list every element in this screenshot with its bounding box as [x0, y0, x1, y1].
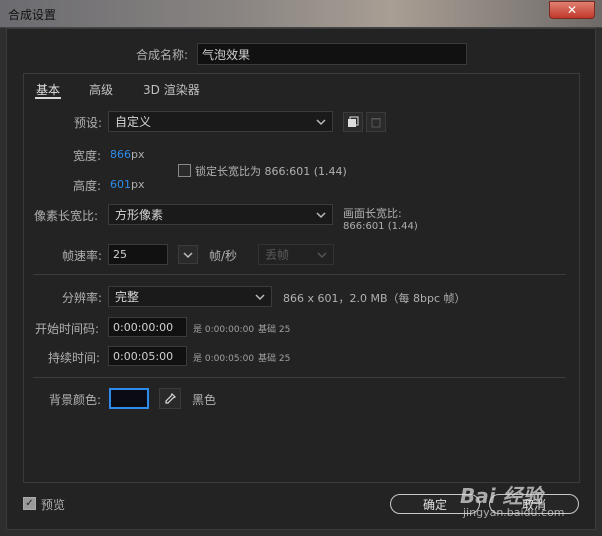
comp-name-input[interactable]: 气泡效果: [197, 43, 467, 65]
frame-aspect-value: 866:601 (1.44): [343, 221, 418, 232]
checkmark-icon: ✓: [25, 498, 34, 509]
width-label: 宽度:: [73, 149, 102, 163]
preview-checkbox[interactable]: ✓: [23, 497, 36, 510]
start-timecode-is: 是 0:00:00:00: [193, 325, 255, 335]
resolution-info: 866 x 601，2.0 MB（每 8bpc 帧）: [283, 292, 466, 305]
frame-rate-label: 帧速率:: [62, 249, 103, 263]
preset-value: 自定义: [115, 115, 152, 129]
duration-input[interactable]: 0:00:05:00: [108, 346, 187, 366]
height-label: 高度:: [73, 179, 102, 193]
background-color-label: 背景颜色:: [49, 393, 102, 407]
watermark-url: jingyan.baidu.com: [463, 506, 565, 519]
close-button[interactable]: ✕: [549, 1, 595, 19]
chevron-down-icon: [255, 293, 265, 300]
resolution-value: 完整: [115, 290, 140, 304]
preview-label: 预览: [41, 498, 66, 512]
frame-rate-dropdown[interactable]: [178, 245, 198, 264]
duration-is: 是 0:00:05:00: [193, 354, 255, 364]
pixel-aspect-select[interactable]: 方形像素: [108, 204, 333, 225]
resolution-select[interactable]: 完整: [108, 286, 272, 307]
pixel-aspect-label: 像素长宽比:: [34, 209, 99, 223]
tab-basic-underline: [35, 97, 61, 99]
background-color-swatch[interactable]: [109, 388, 149, 409]
frame-aspect-label: 画面长宽比:: [343, 207, 402, 220]
pixel-aspect-value: 方形像素: [115, 208, 164, 222]
title-bar: 合成设置 ✕: [0, 0, 602, 28]
start-timecode-input[interactable]: 0:00:00:00: [108, 317, 187, 337]
chevron-down-icon: [316, 118, 326, 125]
separator: [33, 377, 566, 378]
delete-preset-button[interactable]: [366, 112, 386, 132]
eyedropper-button[interactable]: [159, 388, 181, 409]
chevron-down-icon: [317, 251, 327, 258]
save-preset-icon: [348, 116, 359, 127]
preset-label: 预设:: [74, 116, 103, 130]
lock-aspect-label: 锁定长宽比为 866:601 (1.44): [195, 165, 347, 178]
watermark-logo: Bai 经验: [460, 484, 543, 508]
lock-aspect-checkbox[interactable]: [178, 164, 191, 177]
close-icon: ✕: [566, 3, 578, 17]
tab-3d-renderer[interactable]: 3D 渲染器: [143, 81, 200, 98]
separator: [33, 274, 566, 275]
drop-frame-value: 丢帧: [265, 248, 290, 262]
tab-advanced[interactable]: 高级: [89, 81, 113, 98]
frame-rate-unit: 帧/秒: [209, 249, 238, 263]
save-preset-button[interactable]: [343, 112, 363, 132]
duration-label: 持续时间:: [48, 351, 101, 365]
resolution-label: 分辨率:: [62, 291, 103, 305]
duration-base: 基础 25: [258, 354, 291, 364]
height-value[interactable]: 601: [110, 178, 131, 191]
window-title: 合成设置: [8, 8, 57, 22]
ok-button-label: 确定: [422, 497, 447, 512]
settings-panel: [23, 73, 580, 483]
start-timecode-label: 开始时间码:: [35, 322, 100, 336]
tab-basic[interactable]: 基本: [36, 81, 60, 98]
start-timecode-base: 基础 25: [258, 325, 291, 335]
chevron-down-icon: [316, 211, 326, 218]
width-value[interactable]: 866: [110, 148, 131, 161]
preset-select[interactable]: 自定义: [108, 111, 333, 132]
trash-icon: [371, 118, 381, 128]
chevron-down-icon: [183, 251, 193, 258]
height-unit: px: [131, 178, 145, 191]
frame-rate-input[interactable]: 25: [108, 244, 168, 265]
drop-frame-select: 丢帧: [258, 244, 334, 265]
width-unit: px: [131, 148, 145, 161]
eyedropper-icon: [165, 392, 177, 404]
background-color-name: 黑色: [192, 393, 217, 407]
comp-name-label: 合成名称:: [136, 48, 189, 62]
